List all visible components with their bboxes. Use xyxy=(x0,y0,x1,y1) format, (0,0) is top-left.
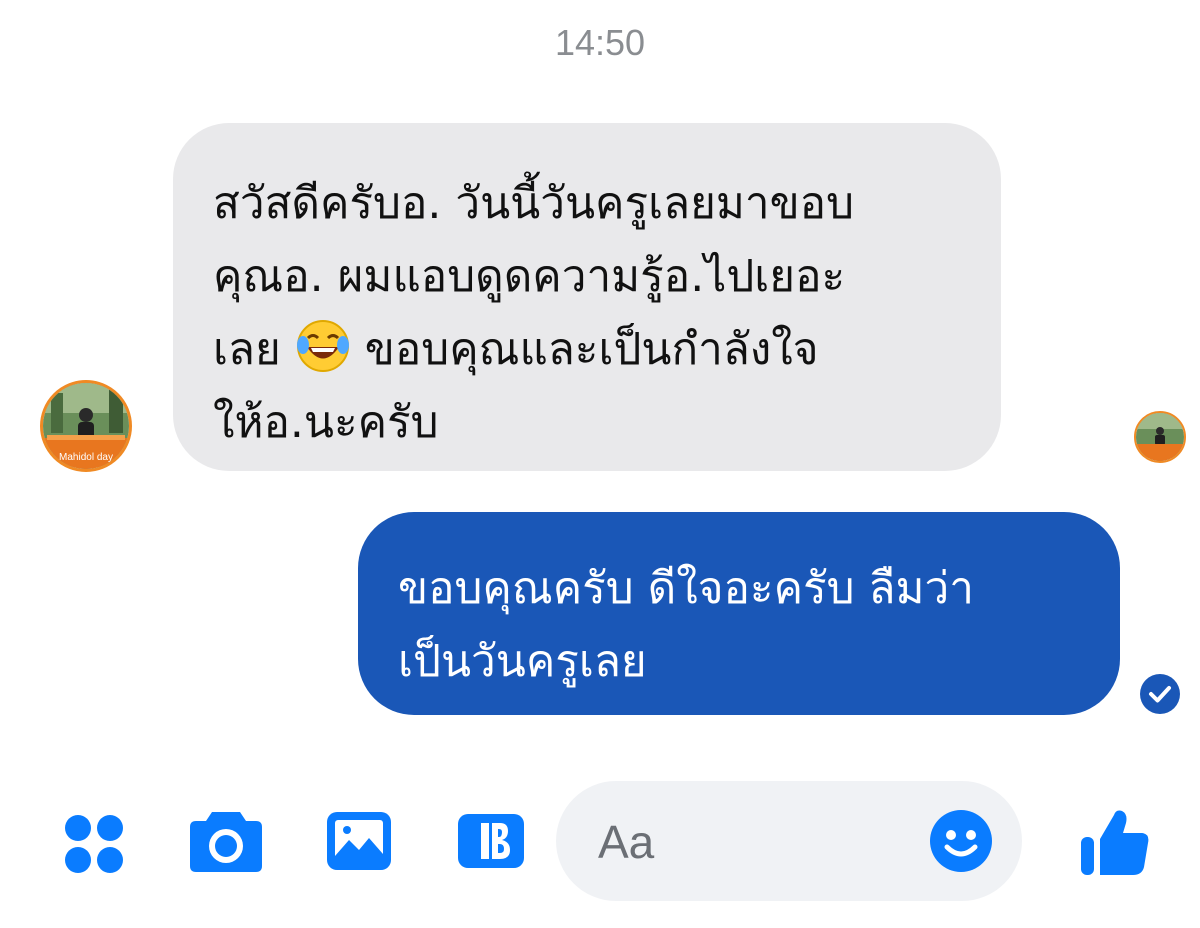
check-icon xyxy=(1140,674,1180,714)
thumbs-up-icon[interactable] xyxy=(1078,805,1152,877)
apps-icon[interactable] xyxy=(62,812,126,876)
face-with-tears-of-joy-icon xyxy=(296,320,349,372)
message-timestamp: 14:50 xyxy=(554,22,646,63)
message-input[interactable] xyxy=(596,809,920,875)
gallery-icon[interactable] xyxy=(325,810,393,872)
sender-avatar[interactable]: Mahidol day xyxy=(40,380,132,472)
outgoing-message-bubble[interactable]: ขอบคุณครับ ดีใจอะครับ ลืมว่า เป็นวันครูเ… xyxy=(358,512,1120,715)
message-line: ให้อ.นะครับ xyxy=(213,397,439,448)
emoji-icon[interactable] xyxy=(929,809,993,873)
camera-icon[interactable] xyxy=(188,806,264,874)
incoming-message-bubble[interactable]: สวัสดีครับอ. วันนี้วันครูเลยมาขอบ คุณอ. … xyxy=(173,123,1001,471)
message-line: เป็นวันครูเลย xyxy=(398,636,647,687)
message-line: คุณอ. ผมแอบดูดความรู้อ.ไปเยอะ xyxy=(213,251,846,302)
message-line: ขอบคุณครับ ดีใจอะครับ ลืมว่า xyxy=(398,563,974,614)
gif-icon[interactable] xyxy=(456,812,526,870)
read-receipt-photo xyxy=(1136,413,1184,461)
avatar-caption: Mahidol day xyxy=(59,452,113,463)
message-line: เลย ขอบคุณและเป็นกำลังใจ xyxy=(213,313,961,386)
read-receipt-avatar xyxy=(1134,411,1186,463)
message-composer[interactable] xyxy=(556,781,1022,901)
avatar-photo: Mahidol day xyxy=(43,383,129,469)
message-line: สวัสดีครับอ. วันนี้วันครูเลยมาขอบ xyxy=(213,178,855,229)
